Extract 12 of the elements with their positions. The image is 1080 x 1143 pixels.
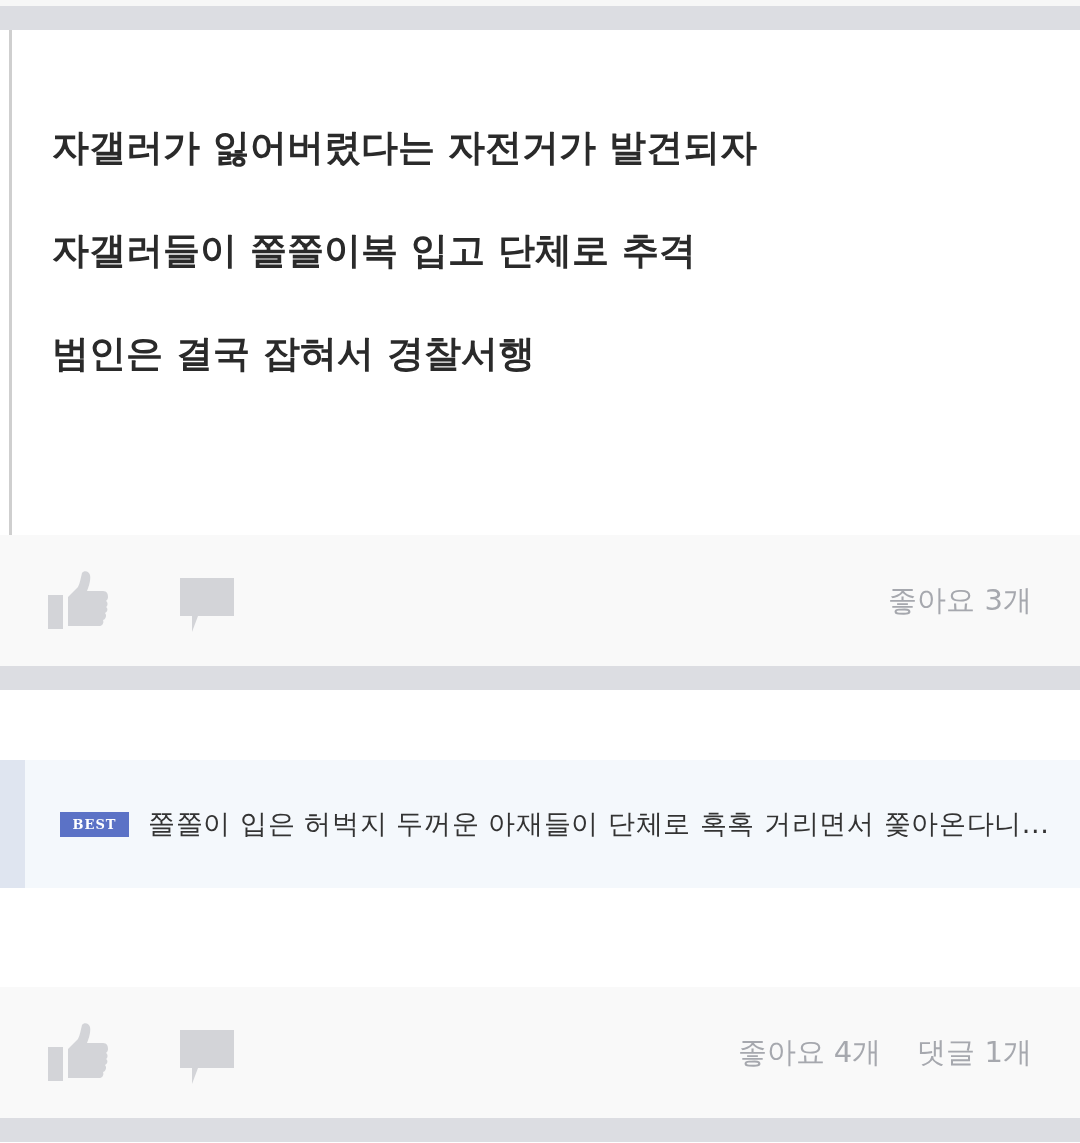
count-label: 좋아요 3개: [888, 581, 1032, 619]
post-text-line: 자갤러들이 쫄쫄이복 입고 단체로 추격: [52, 228, 697, 274]
speech-bubble-icon[interactable]: [180, 577, 234, 632]
post-text-line: 자갤러가 잃어버렸다는 자전거가 발견되자: [52, 125, 758, 171]
speech-bubble-icon[interactable]: [180, 1029, 234, 1084]
count-label: 댓글 1개: [917, 1033, 1032, 1071]
count-label: 좋아요 4개: [737, 1033, 882, 1071]
comment-text: 쫄쫄이 입은 허벅지 두꺼운 아재들이 단체로 혹혹 거리면서 쫓아온다니...: [148, 807, 1050, 841]
thumbs-up-icon[interactable]: [48, 1022, 108, 1081]
post-text-line: 범인은 결국 잡혀서 경찰서행: [52, 331, 536, 377]
best-badge: BEST: [60, 811, 129, 837]
thumbs-up-icon[interactable]: [48, 570, 108, 629]
